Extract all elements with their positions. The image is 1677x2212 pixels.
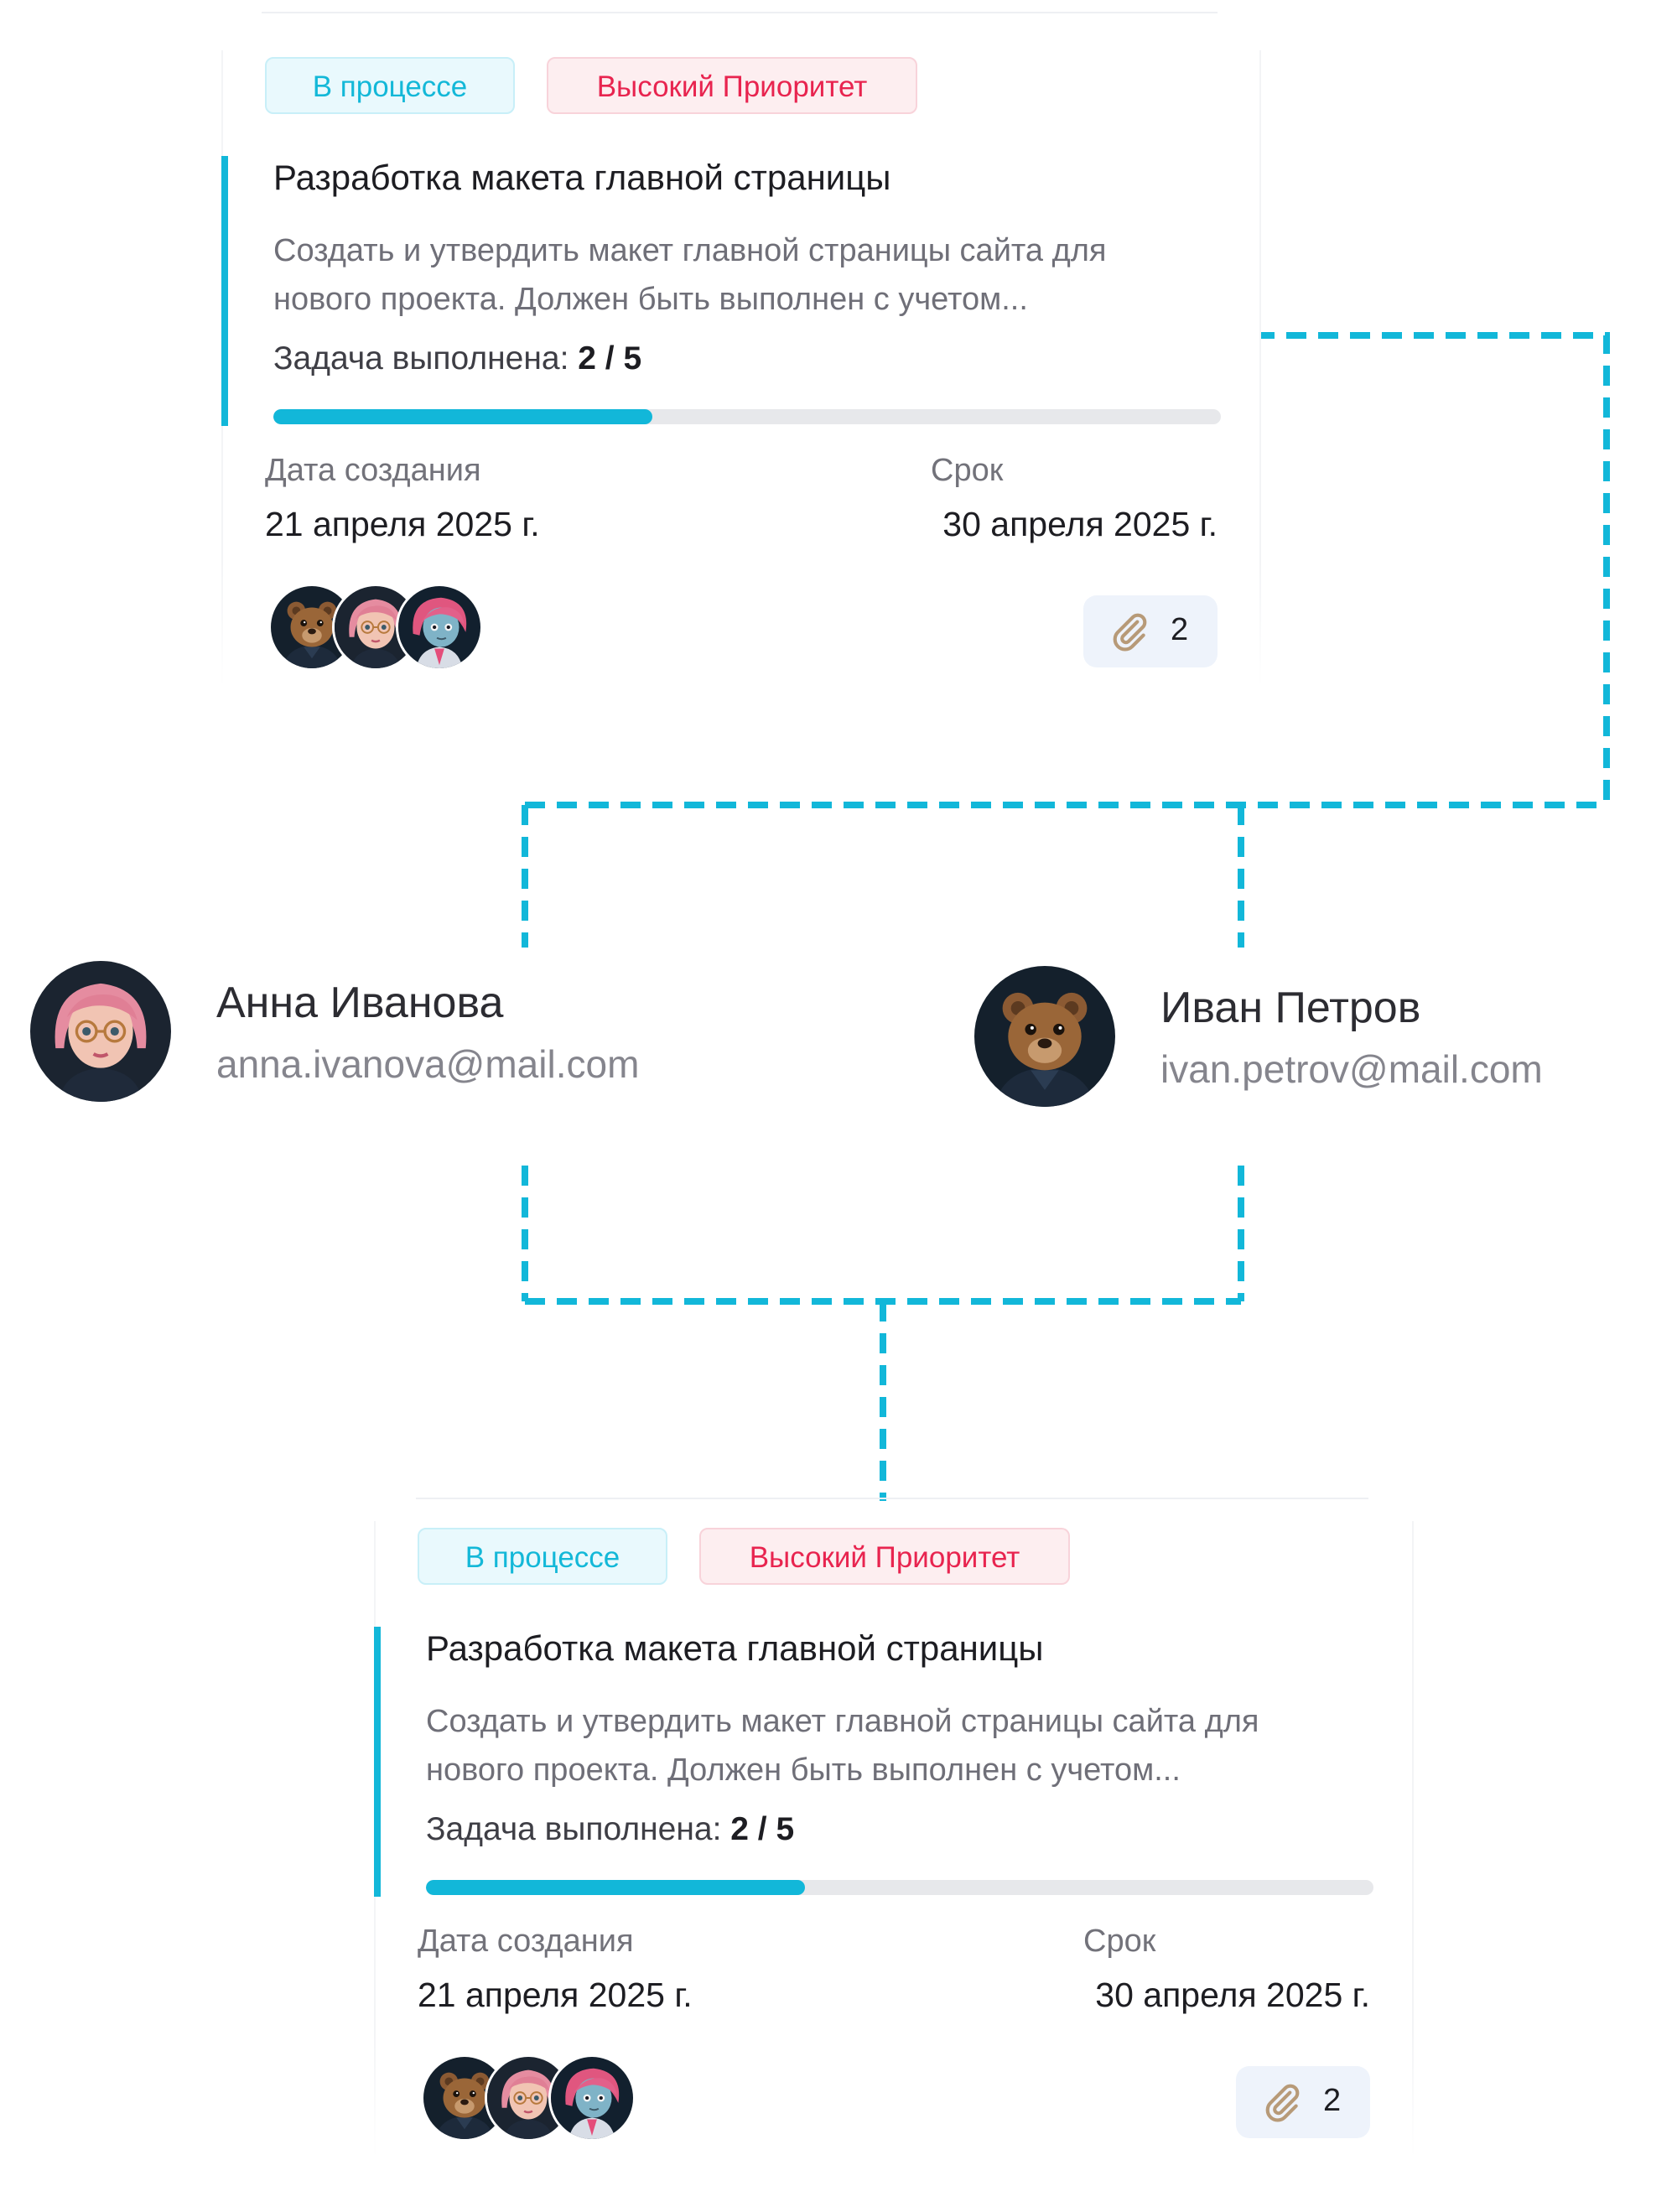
progress-bar-fill	[426, 1880, 805, 1895]
progress-label: Задача выполнена: 2 / 5	[273, 340, 641, 377]
top-divider	[262, 12, 1218, 13]
glasses-girl-avatar[interactable]	[30, 961, 171, 1102]
task-title: Разработка макета главной страницы	[273, 158, 891, 197]
assignee-avatars[interactable]	[421, 2054, 639, 2142]
person-email[interactable]: ivan.petrov@mail.com	[1160, 1046, 1543, 1092]
task-title: Разработка макета главной страницы	[426, 1628, 1044, 1668]
progress-bar	[426, 1880, 1373, 1895]
due-date-value: 30 апреля 2025 г.	[1095, 1976, 1370, 2014]
person-name: Анна Иванова	[216, 979, 504, 1027]
card-border-right	[1412, 1521, 1414, 2158]
card-accent-bar	[374, 1627, 381, 1897]
progress-label-text: Задача выполнена:	[426, 1811, 722, 1847]
progress-label: Задача выполнена: 2 / 5	[426, 1811, 794, 1848]
priority-badge[interactable]: Высокий Приоритет	[547, 57, 917, 114]
due-date-value: 30 апреля 2025 г.	[942, 505, 1218, 543]
due-date-label: Срок	[931, 453, 1004, 488]
assignee-avatars[interactable]	[268, 584, 486, 671]
task-description-line: нового проекта. Должен быть выполнен с у…	[273, 282, 1028, 317]
status-badge[interactable]: В процессе	[265, 57, 515, 114]
created-date-value: 21 апреля 2025 г.	[265, 505, 540, 543]
progress-bar-fill	[273, 409, 652, 424]
bottom-divider	[416, 1498, 1368, 1499]
person-anna[interactable]: Анна Иванова anna.ivanova@mail.com	[30, 961, 667, 1112]
task-card[interactable]: В процессе Высокий Приоритет Разработка …	[374, 1521, 1414, 2158]
due-date-label: Срок	[1083, 1924, 1156, 1959]
created-date-label: Дата создания	[265, 453, 481, 488]
created-date-label: Дата создания	[418, 1924, 634, 1959]
task-description: Создать и утвердить макет главной страни…	[426, 1697, 1390, 1794]
paperclip-icon	[1261, 2081, 1303, 2123]
task-description-line: Создать и утвердить макет главной страни…	[426, 1704, 1259, 1739]
progress-label-text: Задача выполнена:	[273, 340, 569, 376]
attachments-count: 2	[1323, 2083, 1342, 2118]
status-badge[interactable]: В процессе	[418, 1528, 667, 1585]
task-description: Создать и утвердить макет главной страни…	[273, 226, 1238, 324]
progress-value: 2 / 5	[730, 1811, 795, 1847]
person-ivan[interactable]: Иван Петров ivan.petrov@mail.com	[974, 966, 1645, 1117]
priority-badge[interactable]: Высокий Приоритет	[699, 1528, 1070, 1585]
attachments-count: 2	[1171, 612, 1189, 647]
pink-hair-avatar[interactable]	[396, 584, 483, 671]
created-date-value: 21 апреля 2025 г.	[418, 1976, 693, 2014]
bear-avatar[interactable]	[974, 966, 1115, 1107]
attachments-button[interactable]: 2	[1083, 595, 1218, 667]
card-accent-bar	[221, 156, 228, 426]
progress-bar	[273, 409, 1221, 424]
card-border-right	[1259, 50, 1261, 688]
task-card[interactable]: В процессе Высокий Приоритет Разработка …	[221, 50, 1261, 688]
attachments-button[interactable]: 2	[1236, 2066, 1370, 2138]
person-name: Иван Петров	[1160, 984, 1421, 1032]
progress-value: 2 / 5	[578, 340, 642, 376]
task-description-line: нового проекта. Должен быть выполнен с у…	[426, 1752, 1181, 1788]
person-email[interactable]: anna.ivanova@mail.com	[216, 1041, 639, 1087]
task-description-line: Создать и утвердить макет главной страни…	[273, 233, 1107, 268]
pink-hair-avatar[interactable]	[548, 2054, 636, 2142]
paperclip-icon	[1108, 610, 1150, 652]
